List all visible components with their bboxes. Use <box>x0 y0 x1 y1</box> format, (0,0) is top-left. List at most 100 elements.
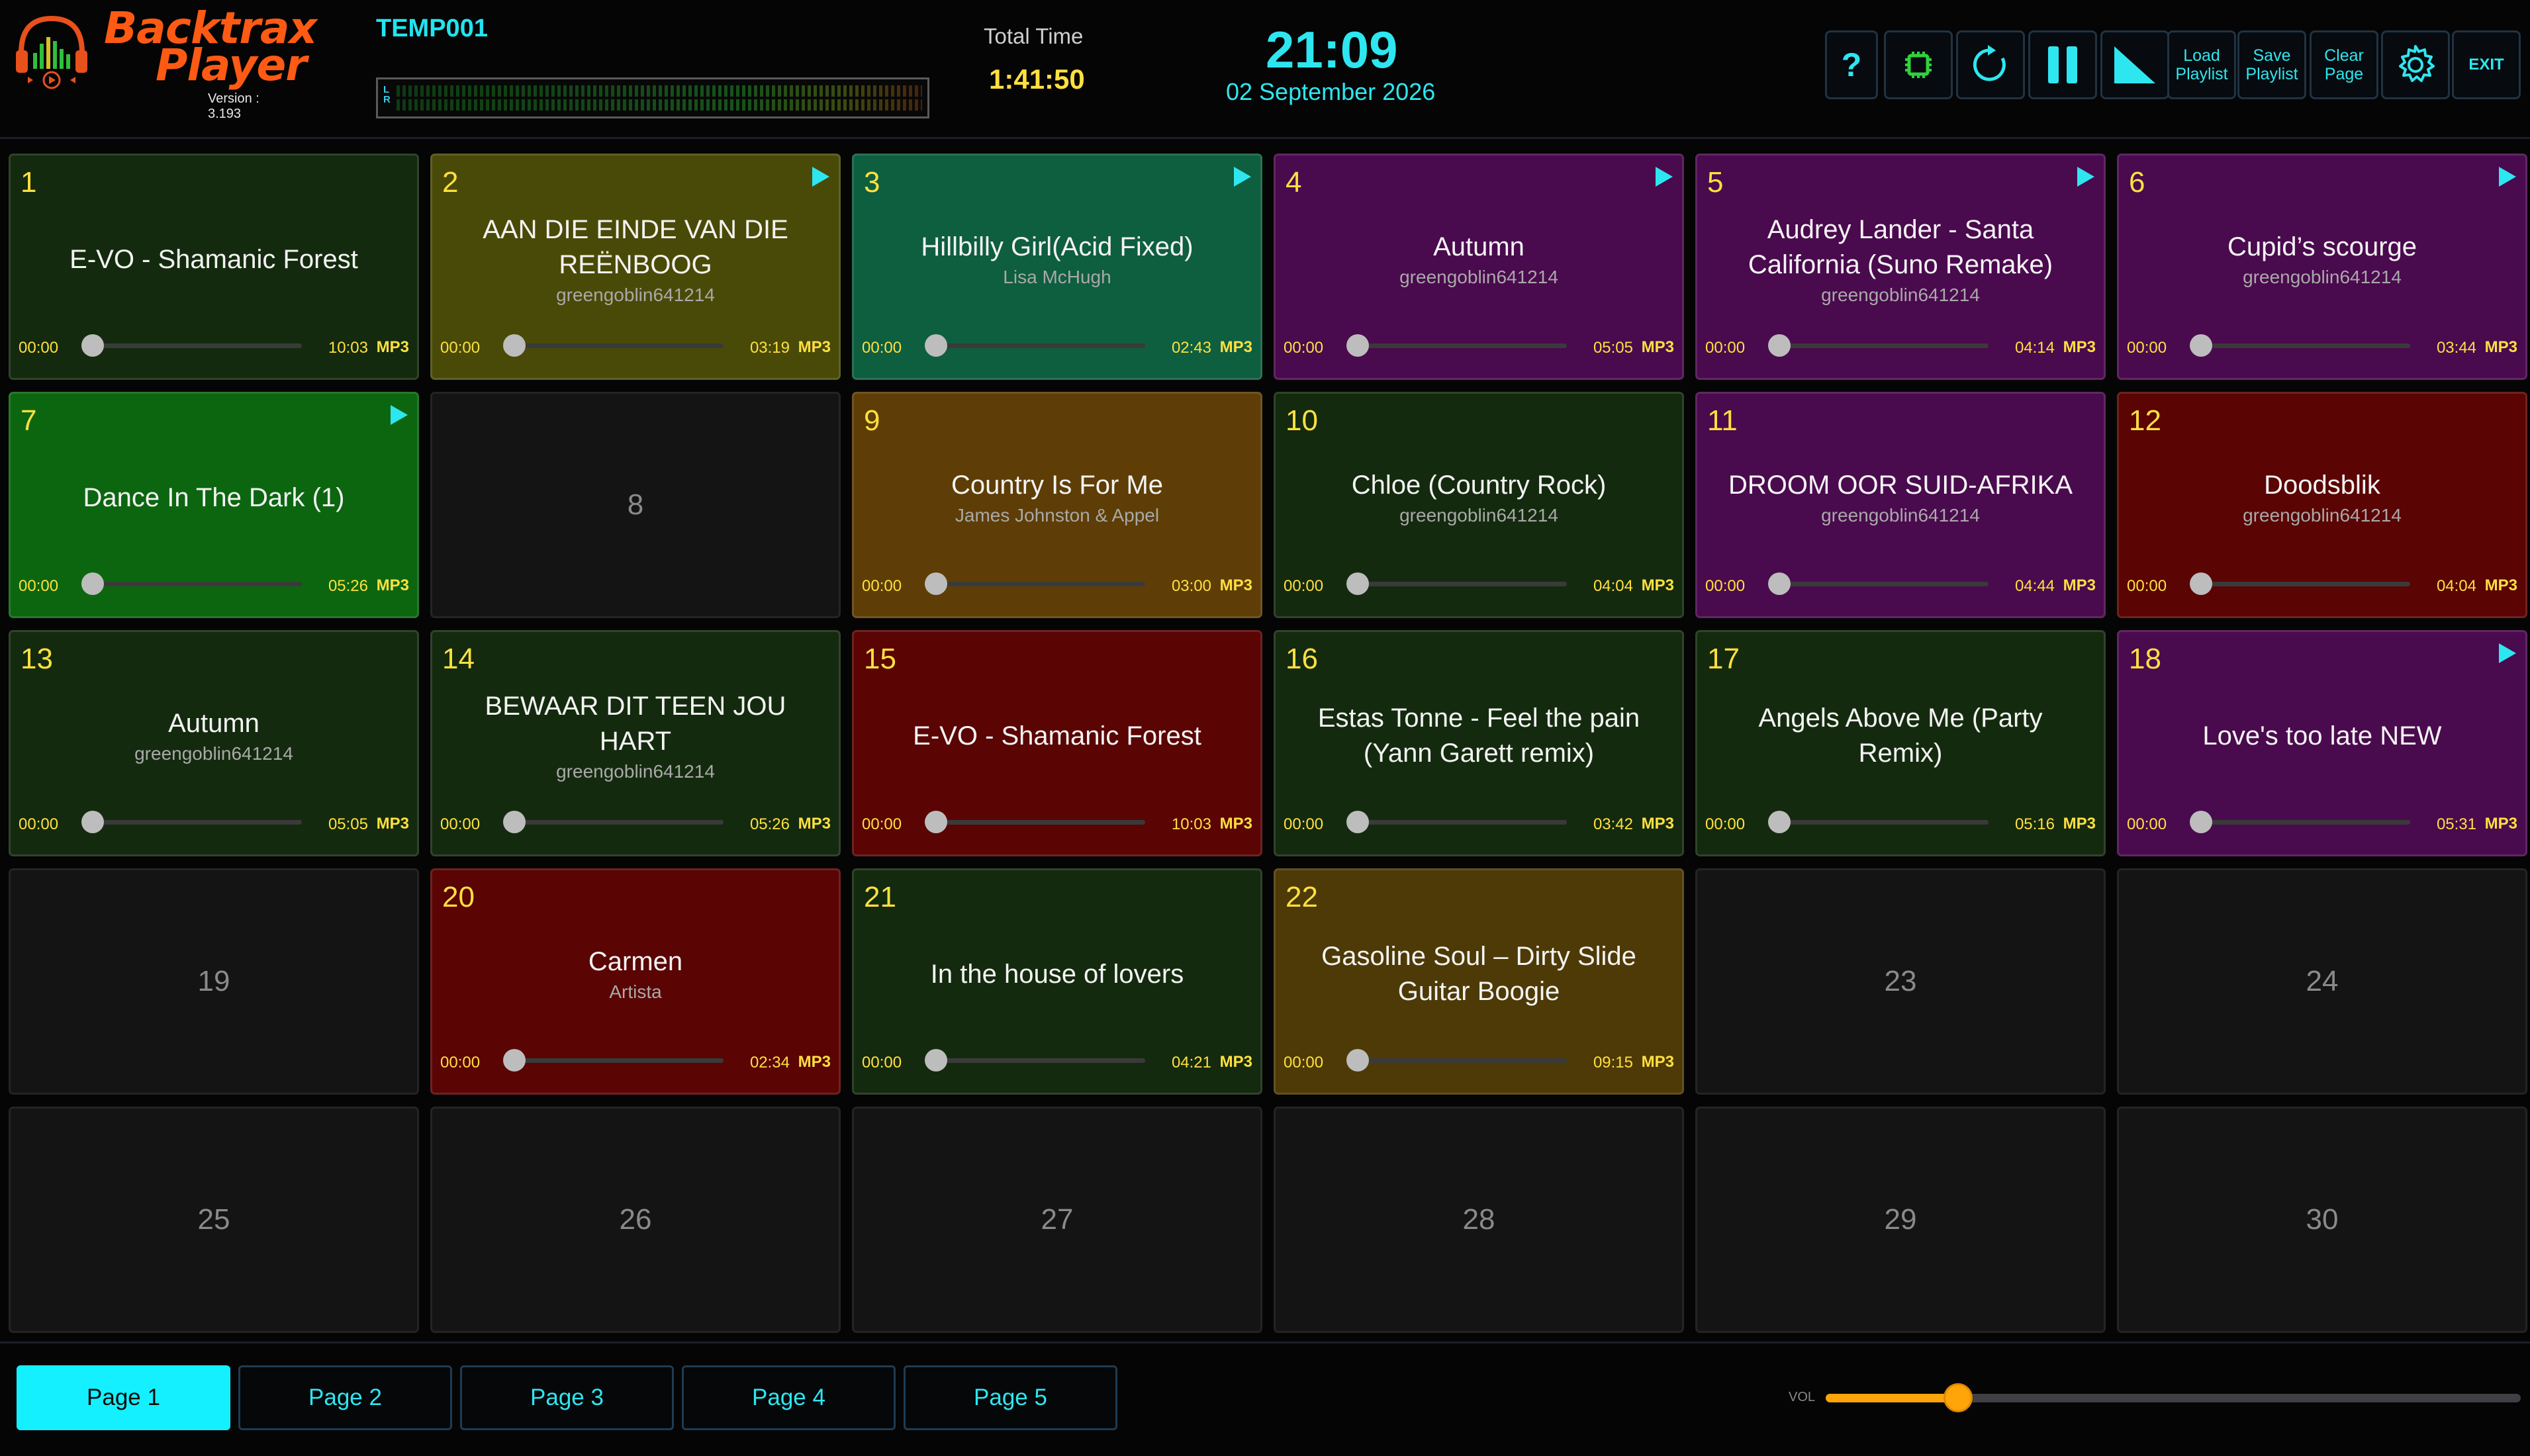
refresh-button[interactable] <box>1956 30 2025 99</box>
track-cell-19[interactable]: 19 <box>9 868 419 1095</box>
track-info: Doodsblik greengoblin641214 <box>2139 435 2506 561</box>
track-seek-bar[interactable] <box>1778 582 1989 586</box>
track-seek-bar[interactable] <box>2200 343 2410 348</box>
help-button[interactable]: ? <box>1825 30 1878 99</box>
track-seek-bar[interactable] <box>1356 820 1567 825</box>
settings-button[interactable] <box>2381 30 2450 99</box>
exit-button[interactable]: EXIT <box>2452 30 2521 99</box>
track-seek-bar[interactable] <box>1356 582 1567 586</box>
track-cell-9[interactable]: 9 Country Is For Me James Johnston & Appel… <box>852 392 1262 618</box>
cell-number: 9 <box>864 404 880 437</box>
track-format: MP3 <box>1219 815 1252 833</box>
chip-button[interactable] <box>1884 30 1953 99</box>
track-seek-knob[interactable] <box>925 811 947 833</box>
volume-slider[interactable] <box>1826 1383 2521 1412</box>
track-artist: greengoblin641214 <box>1821 505 1980 525</box>
track-cell-25[interactable]: 25 <box>9 1107 419 1333</box>
track-seek-bar[interactable] <box>513 820 724 825</box>
track-seek-knob[interactable] <box>925 334 947 357</box>
track-seek-knob[interactable] <box>1346 334 1369 357</box>
track-seek-knob[interactable] <box>925 1049 947 1071</box>
track-seek-knob[interactable] <box>503 1049 526 1071</box>
track-seek-bar[interactable] <box>91 582 302 586</box>
track-seek-knob[interactable] <box>1346 572 1369 595</box>
track-cell-23[interactable]: 23 <box>1695 868 2106 1095</box>
track-seek-bar[interactable] <box>2200 820 2410 825</box>
fade-button[interactable] <box>2100 30 2169 99</box>
track-cell-26[interactable]: 26 <box>430 1107 841 1333</box>
track-cell-1[interactable]: 1 E-VO - Shamanic Forest 00:00 10:03 MP3 <box>9 154 419 380</box>
track-cell-20[interactable]: 20 Carmen Artista 00:00 02:34 MP3 <box>430 868 841 1095</box>
track-cell-22[interactable]: 22 Gasoline Soul – Dirty Slide Guitar Boo… <box>1274 868 1684 1095</box>
track-seek-knob[interactable] <box>2190 811 2212 833</box>
track-seek-knob[interactable] <box>1768 572 1791 595</box>
track-seek-bar[interactable] <box>935 1058 1145 1063</box>
track-seek-knob[interactable] <box>1768 334 1791 357</box>
page-tab-5[interactable]: Page 5 <box>904 1365 1117 1430</box>
track-duration: 05:26 <box>749 815 790 833</box>
track-seek-knob[interactable] <box>1346 1049 1369 1071</box>
page-tab-3[interactable]: Page 3 <box>460 1365 674 1430</box>
pause-button[interactable] <box>2028 30 2097 99</box>
clear-page-button[interactable]: Clear Page <box>2310 30 2378 99</box>
track-cell-16[interactable]: 16 Estas Tonne - Feel the pain (Yann Gare… <box>1274 630 1684 856</box>
track-seek-knob[interactable] <box>81 811 104 833</box>
track-cell-18[interactable]: 18 Love's too late NEW 00:00 05:31 MP3 <box>2117 630 2527 856</box>
track-progress: 00:00 04:14 MP3 <box>1705 334 2096 357</box>
page-tab-4[interactable]: Page 4 <box>682 1365 896 1430</box>
track-seek-bar[interactable] <box>935 343 1145 348</box>
load-playlist-button[interactable]: Load Playlist <box>2167 30 2236 99</box>
track-cell-27[interactable]: 27 <box>852 1107 1262 1333</box>
track-cell-12[interactable]: 12 Doodsblik greengoblin641214 00:00 04:04 MP… <box>2117 392 2527 618</box>
track-seek-bar[interactable] <box>513 1058 724 1063</box>
track-cell-14[interactable]: 14 BEWAAR DIT TEEN JOU HART greengoblin641… <box>430 630 841 856</box>
track-seek-bar[interactable] <box>1356 343 1567 348</box>
track-seek-bar[interactable] <box>2200 582 2410 586</box>
track-cell-28[interactable]: 28 <box>1274 1107 1684 1333</box>
track-cell-30[interactable]: 30 <box>2117 1107 2527 1333</box>
volume-knob[interactable] <box>1944 1383 1973 1412</box>
page-tab-2[interactable]: Page 2 <box>238 1365 452 1430</box>
track-seek-bar[interactable] <box>91 820 302 825</box>
save-playlist-button[interactable]: Save Playlist <box>2237 30 2306 99</box>
track-seek-bar[interactable] <box>1778 343 1989 348</box>
track-cell-13[interactable]: 13 Autumn greengoblin641214 00:00 05:05 MP3 <box>9 630 419 856</box>
cell-number: 29 <box>1884 1203 1917 1236</box>
track-seek-knob[interactable] <box>81 572 104 595</box>
page-tab-1[interactable]: Page 1 <box>17 1365 230 1430</box>
track-cell-24[interactable]: 24 <box>2117 868 2527 1095</box>
track-seek-bar[interactable] <box>91 343 302 348</box>
cell-number: 12 <box>2129 404 2161 437</box>
track-cell-4[interactable]: 4 Autumn greengoblin641214 00:00 05:05 MP3 <box>1274 154 1684 380</box>
track-cell-11[interactable]: 11 DROOM OOR SUID-AFRIKA greengoblin641214… <box>1695 392 2106 618</box>
track-seek-knob[interactable] <box>2190 572 2212 595</box>
track-cell-17[interactable]: 17 Angels Above Me (Party Remix) 00:00 05:1… <box>1695 630 2106 856</box>
track-cell-8[interactable]: 8 <box>430 392 841 618</box>
track-cell-2[interactable]: 2 AAN DIE EINDE VAN DIE REËNBOOG greengobl… <box>430 154 841 380</box>
clear-page-label: Clear Page <box>2324 46 2364 83</box>
track-cell-29[interactable]: 29 <box>1695 1107 2106 1333</box>
help-icon: ? <box>1841 46 1862 83</box>
track-cell-7[interactable]: 7 Dance In The Dark (1) 00:00 05:26 MP3 <box>9 392 419 618</box>
track-title: Estas Tonne - Feel the pain (Yann Garett… <box>1317 704 1640 768</box>
track-cell-21[interactable]: 21 In the house of lovers 00:00 04:21 MP3 <box>852 868 1262 1095</box>
track-seek-knob[interactable] <box>81 334 104 357</box>
track-cell-3[interactable]: 3 Hillbilly Girl(Acid Fixed) Lisa McHugh 00… <box>852 154 1262 380</box>
track-seek-knob[interactable] <box>1768 811 1791 833</box>
track-seek-bar[interactable] <box>1356 1058 1567 1063</box>
track-cell-10[interactable]: 10 Chloe (Country Rock) greengoblin641214 0… <box>1274 392 1684 618</box>
track-seek-knob[interactable] <box>925 572 947 595</box>
track-cell-6[interactable]: 6 Cupid’s scourge greengoblin641214 00:00 03… <box>2117 154 2527 380</box>
meter-right-channel <box>397 99 922 111</box>
track-progress: 00:00 03:19 MP3 <box>440 334 831 357</box>
track-seek-bar[interactable] <box>935 582 1145 586</box>
track-seek-knob[interactable] <box>503 811 526 833</box>
track-seek-knob[interactable] <box>2190 334 2212 357</box>
track-seek-knob[interactable] <box>1346 811 1369 833</box>
track-seek-knob[interactable] <box>503 334 526 357</box>
track-cell-5[interactable]: 5 Audrey Lander - Santa California (Suno … <box>1695 154 2106 380</box>
track-seek-bar[interactable] <box>935 820 1145 825</box>
track-seek-bar[interactable] <box>1778 820 1989 825</box>
track-seek-bar[interactable] <box>513 343 724 348</box>
track-cell-15[interactable]: 15 E-VO - Shamanic Forest 00:00 10:03 MP3 <box>852 630 1262 856</box>
